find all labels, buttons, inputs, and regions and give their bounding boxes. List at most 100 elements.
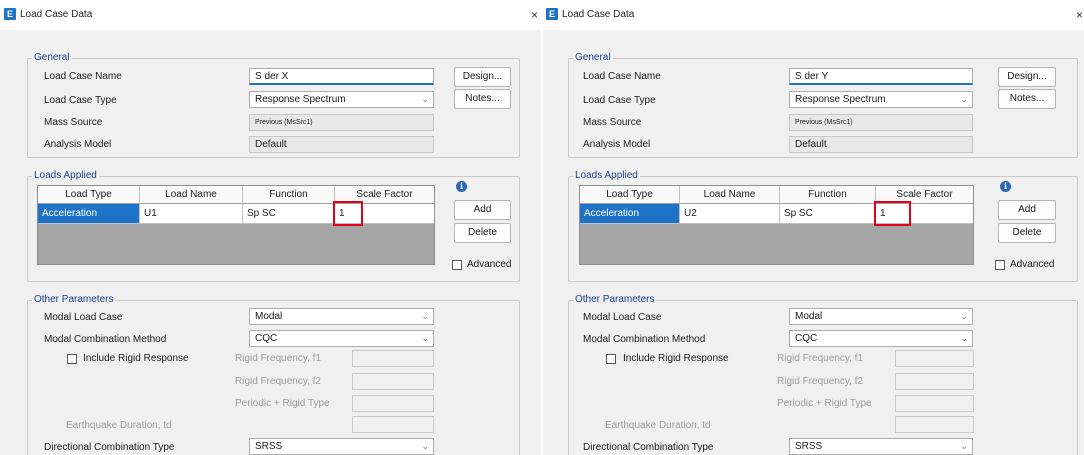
loads-grid: Load Type Load Name Function Scale Facto… (37, 185, 435, 265)
rigid-frequency-f1-input[interactable] (352, 350, 434, 367)
loads-applied-legend: Loads Applied (32, 170, 99, 181)
load-case-type-label: Load Case Type (44, 95, 117, 106)
chevron-down-icon: ⌄ (421, 333, 429, 343)
cell-function[interactable]: Sp SC (780, 204, 876, 224)
cell-function[interactable]: Sp SC (243, 204, 335, 224)
load-case-name-input[interactable]: S der X (249, 68, 434, 85)
modal-combination-select[interactable]: CQC ⌄ (249, 330, 434, 347)
close-icon[interactable]: × (1076, 8, 1083, 22)
rigid-frequency-f1-input[interactable] (895, 350, 974, 367)
rigid-frequency-f1-label: Rigid Frequency, f1 (235, 353, 321, 364)
periodic-rigid-type-label: Periodic + Rigid Type (235, 398, 330, 409)
modal-combination-select[interactable]: CQC ⌄ (789, 330, 973, 347)
general-legend: General (573, 52, 613, 63)
chevron-down-icon: ⌄ (421, 311, 429, 321)
load-case-dialog-right: E Load Case Data × General Load Case Nam… (543, 0, 1084, 455)
loads-applied-legend: Loads Applied (573, 170, 640, 181)
mass-source-label: Mass Source (583, 117, 642, 128)
advanced-label: Advanced (467, 259, 512, 270)
analysis-model-label: Analysis Model (44, 139, 112, 150)
rigid-frequency-f2-label: Rigid Frequency, f2 (777, 376, 863, 387)
design-button[interactable]: Design... (998, 67, 1056, 87)
earthquake-duration-input[interactable] (352, 416, 434, 433)
directional-combination-select[interactable]: SRSS ⌄ (249, 438, 434, 455)
modal-combination-value: CQC (255, 333, 278, 344)
info-icon[interactable]: i (456, 181, 467, 192)
chevron-down-icon: ⌄ (960, 311, 968, 321)
load-case-name-label: Load Case Name (44, 71, 122, 82)
column-header-function[interactable]: Function (780, 186, 876, 204)
notes-button[interactable]: Notes... (998, 89, 1056, 109)
title-bar: E Load Case Data × (543, 0, 1084, 30)
modal-load-case-label: Modal Load Case (44, 312, 123, 323)
load-case-dialog-left: E Load Case Data × General Load Case Nam… (0, 0, 541, 455)
column-header-load-type[interactable]: Load Type (38, 186, 140, 204)
chevron-down-icon: ⌄ (421, 94, 429, 104)
scale-factor-highlight (333, 201, 363, 226)
add-button[interactable]: Add (454, 200, 511, 220)
design-button[interactable]: Design... (454, 67, 511, 87)
other-parameters-legend: Other Parameters (32, 294, 116, 305)
analysis-model-field: Default (249, 136, 434, 153)
load-case-type-value: Response Spectrum (795, 94, 886, 105)
modal-load-case-label: Modal Load Case (583, 312, 662, 323)
delete-button[interactable]: Delete (454, 223, 511, 243)
chevron-down-icon: ⌄ (960, 333, 968, 343)
cell-load-name[interactable]: U2 (680, 204, 780, 224)
delete-button[interactable]: Delete (998, 223, 1056, 243)
earthquake-duration-label: Earthquake Duration, td (605, 420, 711, 431)
load-case-type-value: Response Spectrum (255, 94, 346, 105)
chevron-down-icon: ⌄ (960, 94, 968, 104)
load-case-type-label: Load Case Type (583, 95, 656, 106)
column-header-load-type[interactable]: Load Type (580, 186, 680, 204)
modal-combination-label: Modal Combination Method (44, 334, 167, 345)
rigid-frequency-f2-input[interactable] (352, 373, 434, 390)
mass-source-field: Previous (MsSrc1) (789, 114, 973, 131)
directional-combination-value: SRSS (795, 441, 823, 452)
window-title: Load Case Data (562, 9, 635, 20)
chevron-down-icon: ⌄ (421, 441, 429, 451)
periodic-rigid-type-input[interactable] (895, 395, 974, 412)
rigid-frequency-f1-label: Rigid Frequency, f1 (777, 353, 863, 364)
cell-load-name[interactable]: U1 (140, 204, 243, 224)
notes-button[interactable]: Notes... (454, 89, 511, 109)
load-case-name-input[interactable]: S der Y (789, 68, 973, 85)
directional-combination-value: SRSS (255, 441, 283, 452)
mass-source-field: Previous (MsSrc1) (249, 114, 434, 131)
modal-load-case-value: Modal (795, 311, 823, 322)
modal-combination-value: CQC (795, 333, 818, 344)
column-header-function[interactable]: Function (243, 186, 335, 204)
advanced-checkbox[interactable] (452, 260, 462, 270)
general-legend: General (32, 52, 72, 63)
rigid-frequency-f2-input[interactable] (895, 373, 974, 390)
scale-factor-highlight (874, 201, 911, 226)
analysis-model-field: Default (789, 136, 973, 153)
etabs-app-icon: E (546, 8, 558, 20)
earthquake-duration-input[interactable] (895, 416, 974, 433)
include-rigid-checkbox[interactable] (606, 354, 616, 364)
mass-source-label: Mass Source (44, 117, 103, 128)
etabs-app-icon: E (4, 8, 16, 20)
earthquake-duration-label: Earthquake Duration, td (66, 420, 172, 431)
directional-combination-label: Directional Combination Type (583, 442, 714, 453)
load-case-type-select[interactable]: Response Spectrum ⌄ (249, 91, 434, 108)
close-icon[interactable]: × (531, 8, 538, 22)
directional-combination-select[interactable]: SRSS ⌄ (789, 438, 973, 455)
periodic-rigid-type-label: Periodic + Rigid Type (777, 398, 872, 409)
column-header-load-name[interactable]: Load Name (140, 186, 243, 204)
info-icon[interactable]: i (1000, 181, 1011, 192)
load-case-type-select[interactable]: Response Spectrum ⌄ (789, 91, 973, 108)
add-button[interactable]: Add (998, 200, 1056, 220)
chevron-down-icon: ⌄ (960, 441, 968, 451)
cell-load-type[interactable]: Acceleration (580, 204, 680, 224)
loads-grid: Load Type Load Name Function Scale Facto… (579, 185, 974, 265)
column-header-load-name[interactable]: Load Name (680, 186, 780, 204)
modal-load-case-value: Modal (255, 311, 283, 322)
advanced-label: Advanced (1010, 259, 1055, 270)
cell-load-type[interactable]: Acceleration (38, 204, 140, 224)
include-rigid-checkbox[interactable] (67, 354, 77, 364)
periodic-rigid-type-input[interactable] (352, 395, 434, 412)
modal-load-case-select[interactable]: Modal ⌄ (789, 308, 973, 325)
modal-load-case-select[interactable]: Modal ⌄ (249, 308, 434, 325)
advanced-checkbox[interactable] (995, 260, 1005, 270)
